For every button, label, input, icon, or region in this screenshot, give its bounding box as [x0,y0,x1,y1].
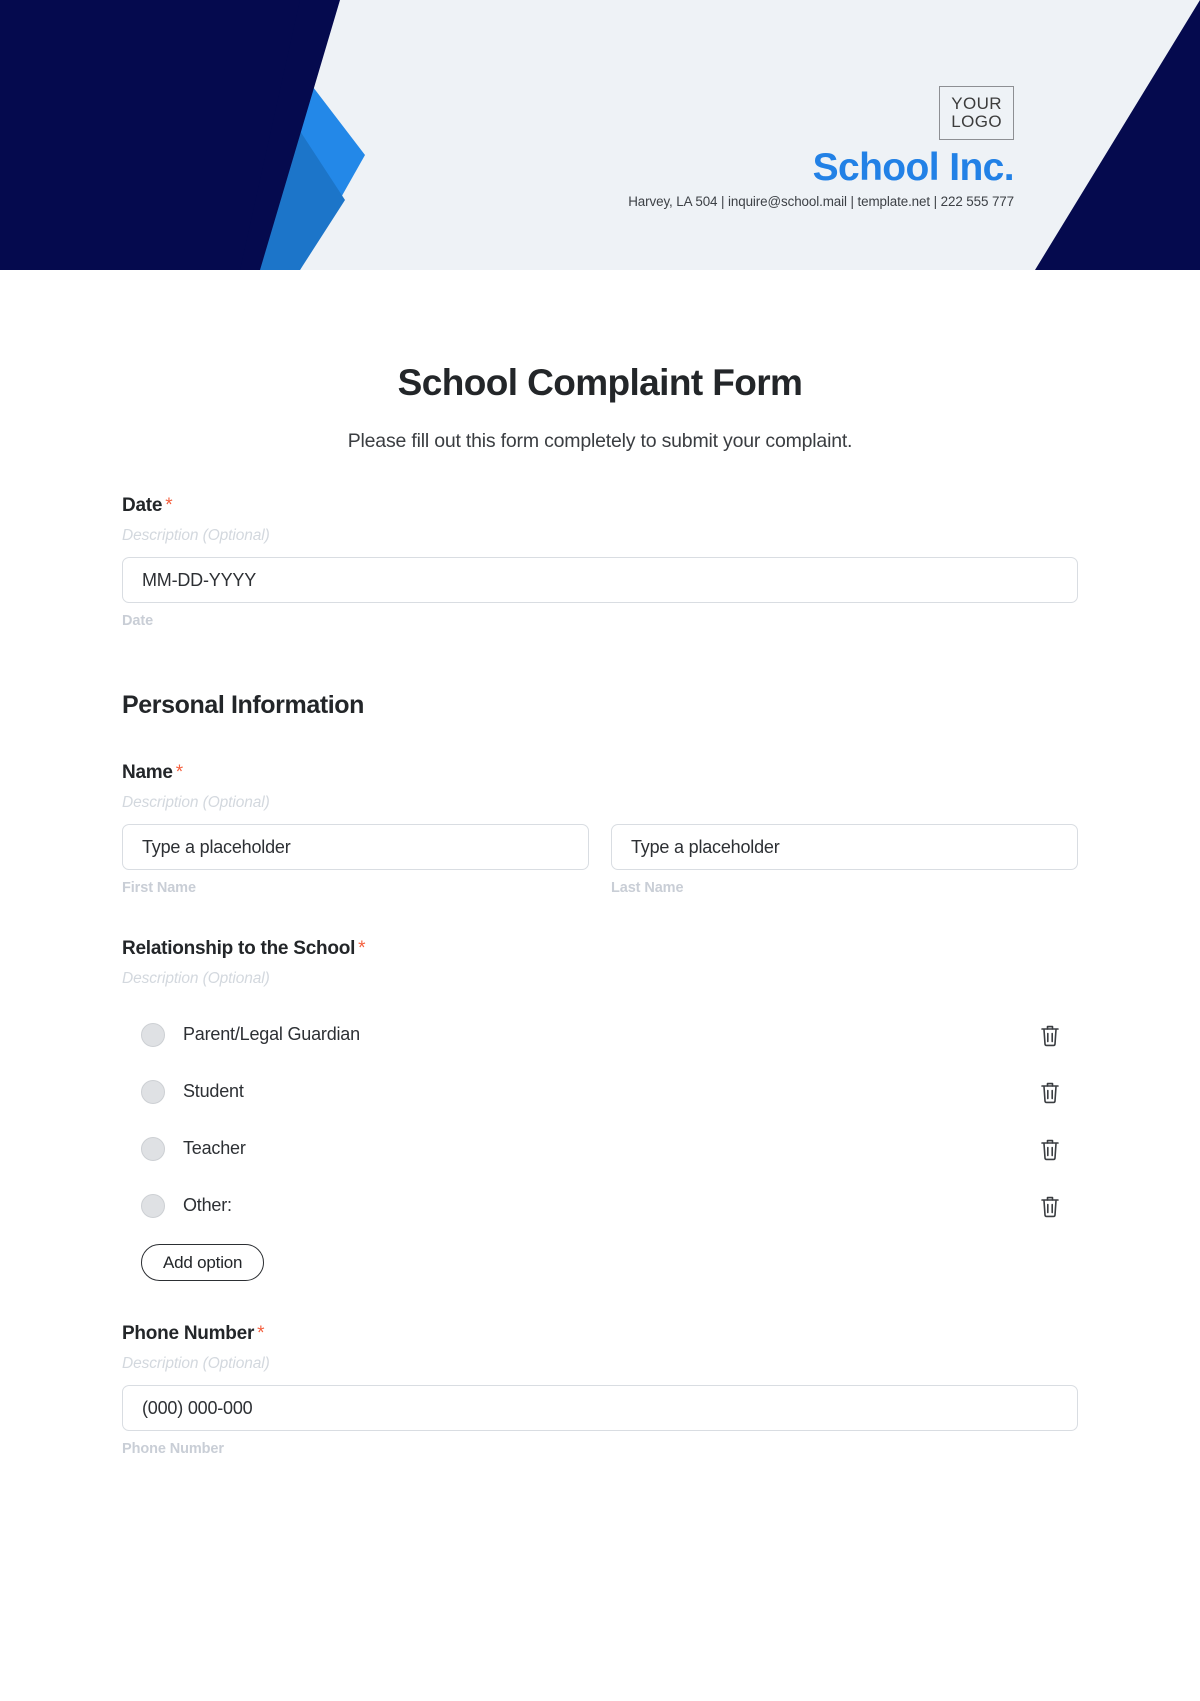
option-label: Parent/Legal Guardian [183,1024,360,1044]
radio-button[interactable] [141,1193,165,1218]
trash-icon[interactable] [1039,1080,1061,1104]
last-name-help: Last Name [611,880,684,896]
required-asterisk: * [358,938,366,959]
trash-icon[interactable] [1039,1023,1061,1047]
list-item[interactable]: Parent/Legal Guardian [122,1006,1078,1063]
phone-input-placeholder: (000) 000-000 [142,1397,253,1418]
field-relationship-label: Relationship to the School * [122,938,1078,960]
field-name-description: Description (Optional) [122,794,270,811]
radio-button[interactable] [141,1022,165,1047]
name-col-last: Type a placeholder Last Name [611,824,1078,896]
field-date-description: Description (Optional) [122,527,270,544]
radio-button[interactable] [141,1079,165,1104]
field-phone-label-text: Phone Number [122,1323,255,1344]
brand-name: School Inc. [812,146,1015,190]
field-relationship-description: Description (Optional) [122,970,270,987]
radio-button[interactable] [141,1136,165,1161]
section-personal-information: Personal Information [122,691,365,719]
relationship-option-list: Parent/Legal Guardian Student Teacher Ot… [122,1006,1078,1234]
add-option-button[interactable]: Add option [141,1244,265,1281]
field-name-label: Name * [122,762,1078,784]
first-name-help: First Name [122,880,196,896]
field-date-label-text: Date [122,495,163,516]
phone-input[interactable]: (000) 000-000 [122,1385,1078,1431]
logo-line-2: LOGO [951,111,1002,131]
list-item[interactable]: Student [122,1063,1078,1120]
field-phone-help: Phone Number [122,1441,224,1457]
option-label: Other: [183,1195,232,1215]
form-container: School Complaint Form Please fill out th… [0,362,1200,1457]
field-date-help: Date [122,613,154,629]
field-phone-description: Description (Optional) [122,1355,270,1372]
first-name-input[interactable]: Type a placeholder [122,824,589,870]
field-phone-number: Phone Number * Description (Optional) (00… [122,1323,1078,1457]
option-label: Teacher [183,1138,246,1158]
required-asterisk: * [165,495,173,516]
name-row: Type a placeholder First Name Type a pla… [122,824,1078,896]
date-input[interactable]: MM-DD-YYYY [122,557,1078,603]
brand-contact-line: Harvey, LA 504 | inquire@school.mail | t… [628,194,1014,210]
page-header: YOUR LOGO School Inc. Harvey, LA 504 | i… [0,0,1200,270]
logo-placeholder: YOUR LOGO [939,86,1014,141]
page-subtitle: Please fill out this form completely to … [347,430,853,452]
brand-block: YOUR LOGO School Inc. Harvey, LA 504 | i… [574,86,1015,210]
field-phone-label: Phone Number * [122,1323,1078,1345]
list-item[interactable]: Other: [122,1177,1078,1234]
page-title: School Complaint Form [397,362,803,403]
trash-icon[interactable] [1039,1194,1061,1218]
required-asterisk: * [257,1323,265,1344]
date-input-placeholder: MM-DD-YYYY [142,569,256,590]
trash-icon[interactable] [1039,1137,1061,1161]
last-name-input[interactable]: Type a placeholder [611,824,1078,870]
field-relationship-label-text: Relationship to the School [122,938,356,959]
first-name-placeholder: Type a placeholder [142,836,291,857]
name-col-first: Type a placeholder First Name [122,824,589,896]
option-label: Student [183,1081,244,1101]
required-asterisk: * [175,762,183,783]
logo-line-1: YOUR [951,94,1002,113]
field-relationship: Relationship to the School * Description … [122,938,1078,1281]
last-name-placeholder: Type a placeholder [631,836,780,857]
field-date-label: Date * [122,495,1078,517]
field-name: Name * Description (Optional) Type a plac… [122,762,1078,896]
list-item[interactable]: Teacher [122,1120,1078,1177]
field-date: Date * Description (Optional) MM-DD-YYYY … [122,495,1078,629]
field-name-label-text: Name [122,762,173,783]
